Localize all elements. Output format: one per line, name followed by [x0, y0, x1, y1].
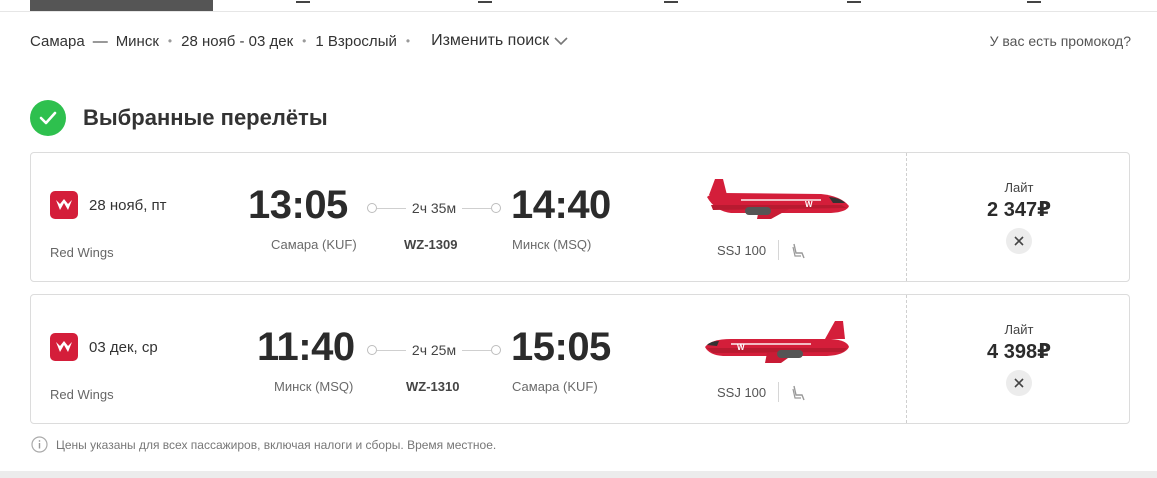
divider — [778, 240, 779, 260]
aircraft-type: SSJ 100 — [717, 243, 767, 258]
nav-tab-marker[interactable] — [1027, 0, 1041, 3]
svg-text:W: W — [805, 200, 813, 209]
separator-dot: • — [302, 34, 307, 48]
close-icon — [1014, 378, 1024, 388]
flight-duration: 2ч 35м — [411, 200, 457, 216]
arrival-airport: Минск (MSQ) — [512, 237, 592, 252]
route-start-dot — [367, 345, 377, 355]
arrival-airport: Самара (KUF) — [512, 379, 598, 394]
departure-time: 11:40 — [257, 325, 355, 369]
flight-duration-line: 2ч 25м — [367, 342, 502, 358]
svg-text:W: W — [737, 343, 745, 352]
route-end-dot — [491, 345, 502, 355]
airplane-icon: W — [707, 179, 849, 219]
red-wings-logo-icon — [50, 191, 78, 219]
bottom-bar — [0, 471, 1157, 478]
chevron-down-icon — [554, 36, 568, 45]
route-end-dot — [491, 203, 502, 213]
close-icon — [1014, 236, 1024, 246]
search-summary-bar: Самара — Минск • 28 нояб - 03 дек • 1 Вз… — [30, 30, 1131, 52]
nav-tab-marker[interactable] — [847, 0, 861, 3]
fare-price: 4 398₽ — [987, 341, 1051, 363]
price-footnote: Цены указаны для всех пассажиров, включа… — [31, 436, 496, 453]
promo-code-link[interactable]: У вас есть промокод? — [990, 33, 1131, 49]
flight-date: 03 дек, ср — [89, 339, 158, 356]
departure-airport: Самара (KUF) — [271, 237, 357, 252]
nav-tab-marker[interactable] — [664, 0, 678, 3]
route-start-dot — [367, 203, 377, 213]
remove-flight-button[interactable] — [1006, 370, 1032, 396]
change-search-button[interactable]: Изменить поиск — [431, 32, 568, 50]
remove-flight-button[interactable] — [1006, 228, 1032, 254]
route-dash: — — [92, 32, 108, 50]
active-nav-tab[interactable] — [30, 0, 213, 11]
fare-name: Лайт — [1004, 180, 1034, 195]
flight-duration: 2ч 25м — [411, 342, 457, 358]
origin-city: Самара — [30, 32, 85, 50]
seat-icon — [792, 243, 805, 259]
red-wings-logo-icon — [50, 333, 78, 361]
separator-dot: • — [405, 34, 411, 48]
footnote-text: Цены указаны для всех пассажиров, включа… — [56, 437, 497, 452]
flight-duration-line: 2ч 35м — [367, 200, 502, 216]
airline-name: Red Wings — [50, 245, 114, 260]
change-search-label: Изменить поиск — [431, 32, 550, 49]
nav-tab-marker[interactable] — [478, 0, 492, 3]
check-icon — [30, 100, 66, 136]
flight-card-return: 03 дек, ср Red Wings 11:40 Минск (MSQ) 2… — [30, 294, 1130, 424]
route-line — [462, 207, 492, 209]
route-line — [377, 349, 406, 351]
separator-dot: • — [167, 34, 173, 48]
flight-number: WZ-1309 — [404, 237, 458, 252]
route: Самара — Минск — [30, 33, 159, 50]
flight-number: WZ-1310 — [406, 379, 460, 394]
aircraft-type: SSJ 100 — [717, 385, 767, 400]
nav-tab-marker[interactable] — [296, 0, 310, 3]
section-title: Выбранные перелёты — [83, 105, 328, 130]
destination-city: Минск — [115, 32, 159, 50]
departure-time: 13:05 — [248, 183, 348, 227]
airline-name: Red Wings — [50, 387, 114, 402]
divider — [778, 382, 779, 402]
route-line — [462, 349, 492, 351]
trip-dates: 28 нояб - 03 дек — [181, 32, 294, 50]
airplane-icon: W — [705, 321, 849, 363]
arrival-time: 14:40 — [511, 183, 611, 227]
fare-price: 2 347₽ — [987, 199, 1051, 221]
top-navigation-strip — [0, 0, 1157, 12]
flight-date: 28 нояб, пт — [89, 197, 167, 214]
selected-flights-header: Выбранные перелёты — [30, 100, 328, 136]
info-icon — [31, 436, 48, 453]
flight-card-outbound: 28 нояб, пт Red Wings 13:05 Самара (KUF)… — [30, 152, 1130, 282]
passenger-count: 1 Взрослый — [315, 32, 397, 50]
departure-airport: Минск (MSQ) — [274, 379, 354, 394]
route-line — [377, 207, 406, 209]
seat-icon — [792, 385, 805, 401]
fare-name: Лайт — [1004, 322, 1034, 337]
arrival-time: 15:05 — [511, 325, 611, 369]
